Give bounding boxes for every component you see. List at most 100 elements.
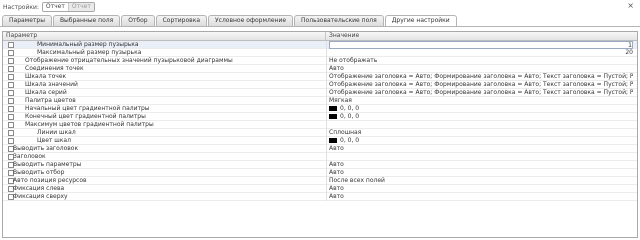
use-checkbox[interactable] <box>8 82 14 88</box>
table-row[interactable]: Цвет шкал 0, 0, 0 <box>3 137 637 145</box>
param-value[interactable]: Авто <box>329 185 633 193</box>
column-separator <box>326 65 327 73</box>
color-swatch-icon <box>329 138 337 143</box>
table-row[interactable]: Шкала серий Отображение заголовка = Авто;… <box>3 89 637 97</box>
column-separator <box>326 89 327 97</box>
table-row[interactable]: Отображение отрицательных значений пузыр… <box>3 57 637 65</box>
use-checkbox[interactable] <box>8 138 14 144</box>
param-value[interactable]: Не отображать <box>329 57 633 65</box>
param-name: Выводить заголовок <box>13 145 79 152</box>
tab-4[interactable]: Условное оформление <box>208 15 294 26</box>
param-value[interactable]: Авто <box>329 161 633 169</box>
param-name: Шкала точек <box>25 73 67 80</box>
use-checkbox[interactable] <box>8 130 14 136</box>
param-name: Шкала серий <box>25 89 67 96</box>
settings-bar: Настройки: Отчет Отчет × <box>0 0 640 14</box>
close-icon[interactable]: × <box>627 2 634 10</box>
use-checkbox[interactable] <box>8 58 14 64</box>
table-row[interactable]: Выводить отбор Авто <box>3 169 637 177</box>
param-value[interactable]: Сплошная <box>329 129 633 137</box>
param-name: Выводить отбор <box>13 169 65 176</box>
param-value[interactable]: Авто <box>329 65 633 73</box>
table-row[interactable]: Фиксация сверху Авто <box>3 193 637 201</box>
param-name: Максимальный размер пузырька <box>37 49 142 56</box>
param-name: Отображение отрицательных значений пузыр… <box>25 57 233 64</box>
column-separator <box>326 129 327 137</box>
color-swatch-icon <box>329 114 337 119</box>
param-value[interactable]: Авто <box>329 169 633 177</box>
table-row[interactable]: Минимальный размер пузырька 1 <box>3 41 637 49</box>
use-checkbox[interactable] <box>8 74 14 80</box>
table-row[interactable]: Выводить параметры Авто <box>3 161 637 169</box>
column-separator <box>326 49 327 57</box>
param-name: Максимум цветов градиентной палитры <box>25 121 154 128</box>
grid-body: Минимальный размер пузырька 1 Максимальный… <box>3 41 637 201</box>
color-swatch-icon <box>329 106 337 111</box>
column-separator <box>326 185 327 193</box>
param-name: Шкала значений <box>25 81 78 88</box>
use-checkbox[interactable] <box>8 90 14 96</box>
param-value[interactable]: 0, 0, 0 <box>329 105 633 113</box>
column-separator <box>326 153 327 161</box>
use-checkbox[interactable] <box>8 66 14 72</box>
param-name: Фиксация сверху <box>13 193 68 200</box>
table-row[interactable]: Палитра цветов Мягкая <box>3 97 637 105</box>
column-header-param[interactable]: Параметр <box>3 32 326 40</box>
column-separator <box>326 193 327 201</box>
column-separator <box>326 105 327 113</box>
use-checkbox[interactable] <box>8 114 14 120</box>
column-header-value[interactable]: Значение <box>326 32 637 40</box>
use-checkbox[interactable] <box>8 42 14 48</box>
param-value[interactable]: 20 <box>329 49 633 57</box>
param-value[interactable]: 1 <box>329 41 633 49</box>
param-name: Линии шкал <box>37 129 76 136</box>
param-value[interactable]: Мягкая <box>329 97 633 105</box>
column-separator <box>326 73 327 81</box>
param-value[interactable]: Отображение заголовка = Авто; Формирован… <box>329 89 633 97</box>
param-name: Фиксация слева <box>13 185 65 192</box>
column-separator <box>326 145 327 153</box>
param-value[interactable]: 0, 0, 0 <box>329 113 633 121</box>
tabs-divider <box>0 26 640 27</box>
param-value[interactable]: Авто <box>329 193 633 201</box>
param-name: Минимальный размер пузырька <box>37 41 139 48</box>
tab-2[interactable]: Отбор <box>121 15 155 26</box>
settings-label: Настройки: <box>3 3 39 11</box>
color-value: 0, 0, 0 <box>340 105 360 112</box>
column-separator <box>326 97 327 105</box>
tab-3[interactable]: Сортировка <box>155 15 207 26</box>
table-row[interactable]: Максимум цветов градиентной палитры <box>3 121 637 129</box>
use-checkbox[interactable] <box>8 122 14 128</box>
tab-5[interactable]: Пользовательские поля <box>294 15 384 26</box>
table-row[interactable]: Максимальный размер пузырька 20 <box>3 49 637 57</box>
settings-variant-switch[interactable]: Отчет Отчет <box>41 2 95 12</box>
variant-report-inactive[interactable]: Отчет <box>67 3 94 11</box>
param-value[interactable]: Авто <box>329 145 633 153</box>
use-checkbox[interactable] <box>8 50 14 56</box>
table-row[interactable]: Авто позиция ресурсов После всех полей <box>3 177 637 185</box>
use-checkbox[interactable] <box>8 98 14 104</box>
param-value[interactable]: Отображение заголовка = Авто; Формирован… <box>329 73 633 81</box>
table-row[interactable]: Соединения точек Авто <box>3 65 637 73</box>
param-value[interactable]: 0, 0, 0 <box>329 137 633 145</box>
tab-0[interactable]: Параметры <box>2 15 52 26</box>
table-row[interactable]: Конечный цвет градиентной палитры 0, 0, 0 <box>3 113 637 121</box>
use-checkbox[interactable] <box>8 106 14 112</box>
table-row[interactable]: Линии шкал Сплошная <box>3 129 637 137</box>
settings-grid: Параметр Значение Минимальный размер пуз… <box>2 31 638 238</box>
tab-1[interactable]: Выбранные поля <box>52 15 121 26</box>
column-separator <box>326 57 327 65</box>
grid-header: Параметр Значение <box>3 32 637 41</box>
param-name: Заголовок <box>13 153 46 160</box>
param-name: Начальный цвет градиентной палитры <box>25 105 150 112</box>
table-row[interactable]: Шкала значений Отображение заголовка = Ав… <box>3 81 637 89</box>
table-row[interactable]: Начальный цвет градиентной палитры 0, 0, … <box>3 105 637 113</box>
param-value[interactable]: Отображение заголовка = Авто; Формирован… <box>329 81 633 89</box>
variant-report-active[interactable]: Отчет <box>42 3 68 11</box>
param-name: Палитра цветов <box>25 97 76 104</box>
table-row[interactable]: Заголовок <box>3 153 637 161</box>
table-row[interactable]: Выводить заголовок Авто <box>3 145 637 153</box>
table-row[interactable]: Фиксация слева Авто <box>3 185 637 193</box>
param-value[interactable]: После всех полей <box>329 177 633 185</box>
table-row[interactable]: Шкала точек Отображение заголовка = Авто;… <box>3 73 637 81</box>
